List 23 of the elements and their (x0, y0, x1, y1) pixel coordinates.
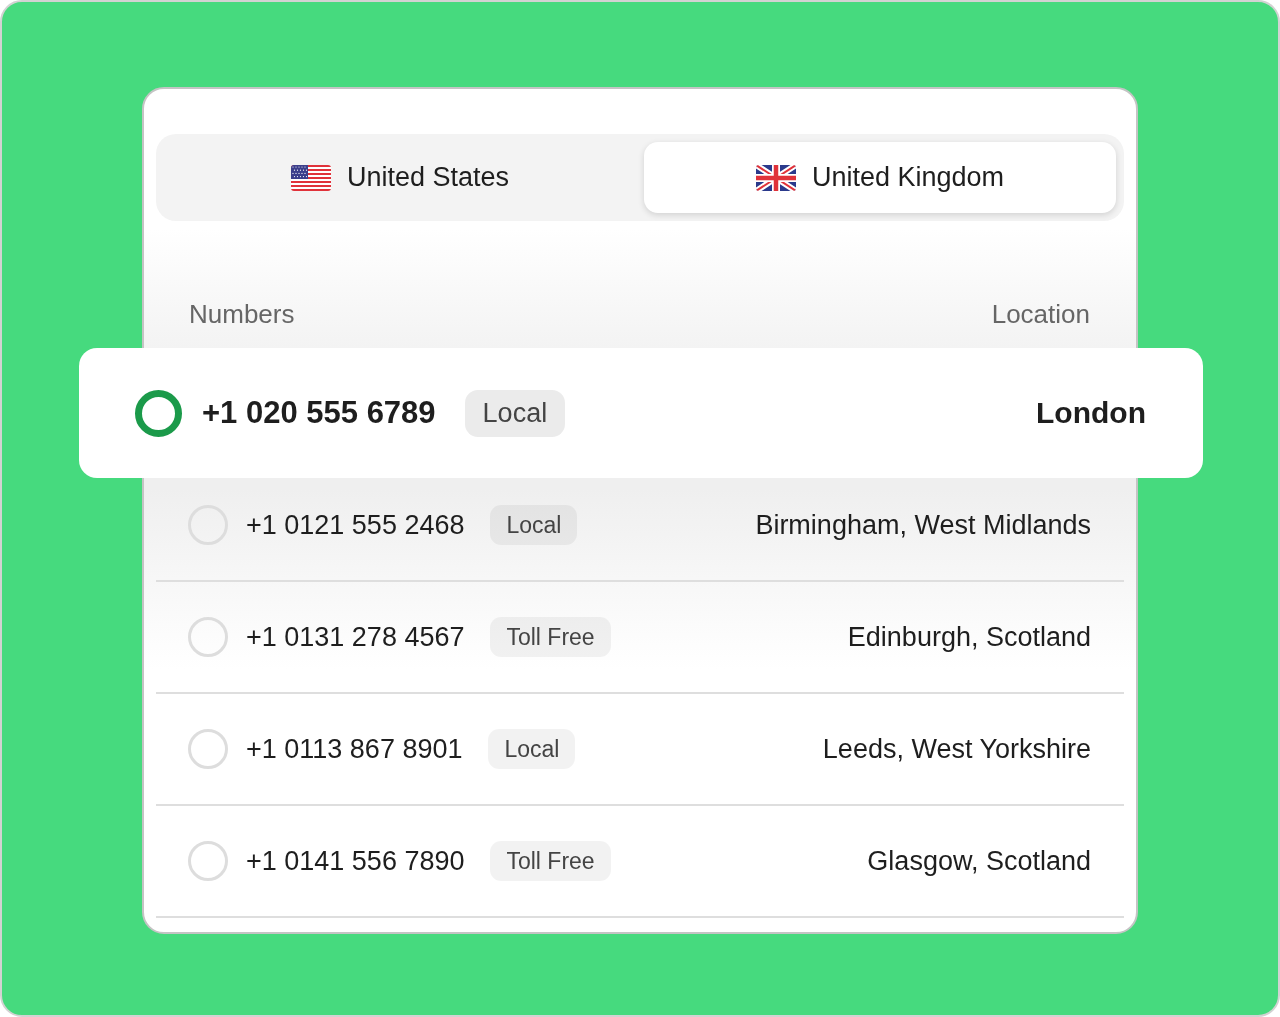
phone-number: +1 0113 867 8901 (246, 733, 463, 765)
column-header: Numbers (189, 299, 295, 330)
number-type-tag: Local (490, 505, 578, 545)
radio-button[interactable] (135, 389, 182, 437)
phone-number: +1 0131 278 4567 (246, 621, 465, 653)
number-type-tag: Local (488, 729, 576, 769)
country-tab[interactable]: United Kingdom (644, 142, 1116, 213)
phone-number: +1 020 555 6789 (202, 395, 436, 431)
selected-number-row[interactable]: +1 020 555 6789 Local London (79, 348, 1203, 478)
phone-number: +1 0141 556 7890 (246, 845, 465, 877)
number-type-tag: Toll Free (490, 617, 611, 657)
number-type-tag: Local (464, 389, 566, 437)
location-text: Birmingham, West Midlands (755, 509, 1091, 541)
location-text: Glasgow, Scotland (867, 845, 1091, 877)
column-header: Location (991, 299, 1090, 330)
uk-flag-icon (755, 164, 796, 191)
location-text: Edinburgh, Scotland (847, 621, 1091, 653)
number-type-tag: Toll Free (490, 841, 611, 881)
location-text: London (1036, 396, 1146, 430)
us-flag-icon (290, 164, 331, 191)
location-text: Leeds, West Yorkshire (822, 733, 1091, 765)
phone-number: +1 0121 555 2468 (246, 509, 465, 541)
country-tab[interactable]: United States (164, 142, 636, 213)
